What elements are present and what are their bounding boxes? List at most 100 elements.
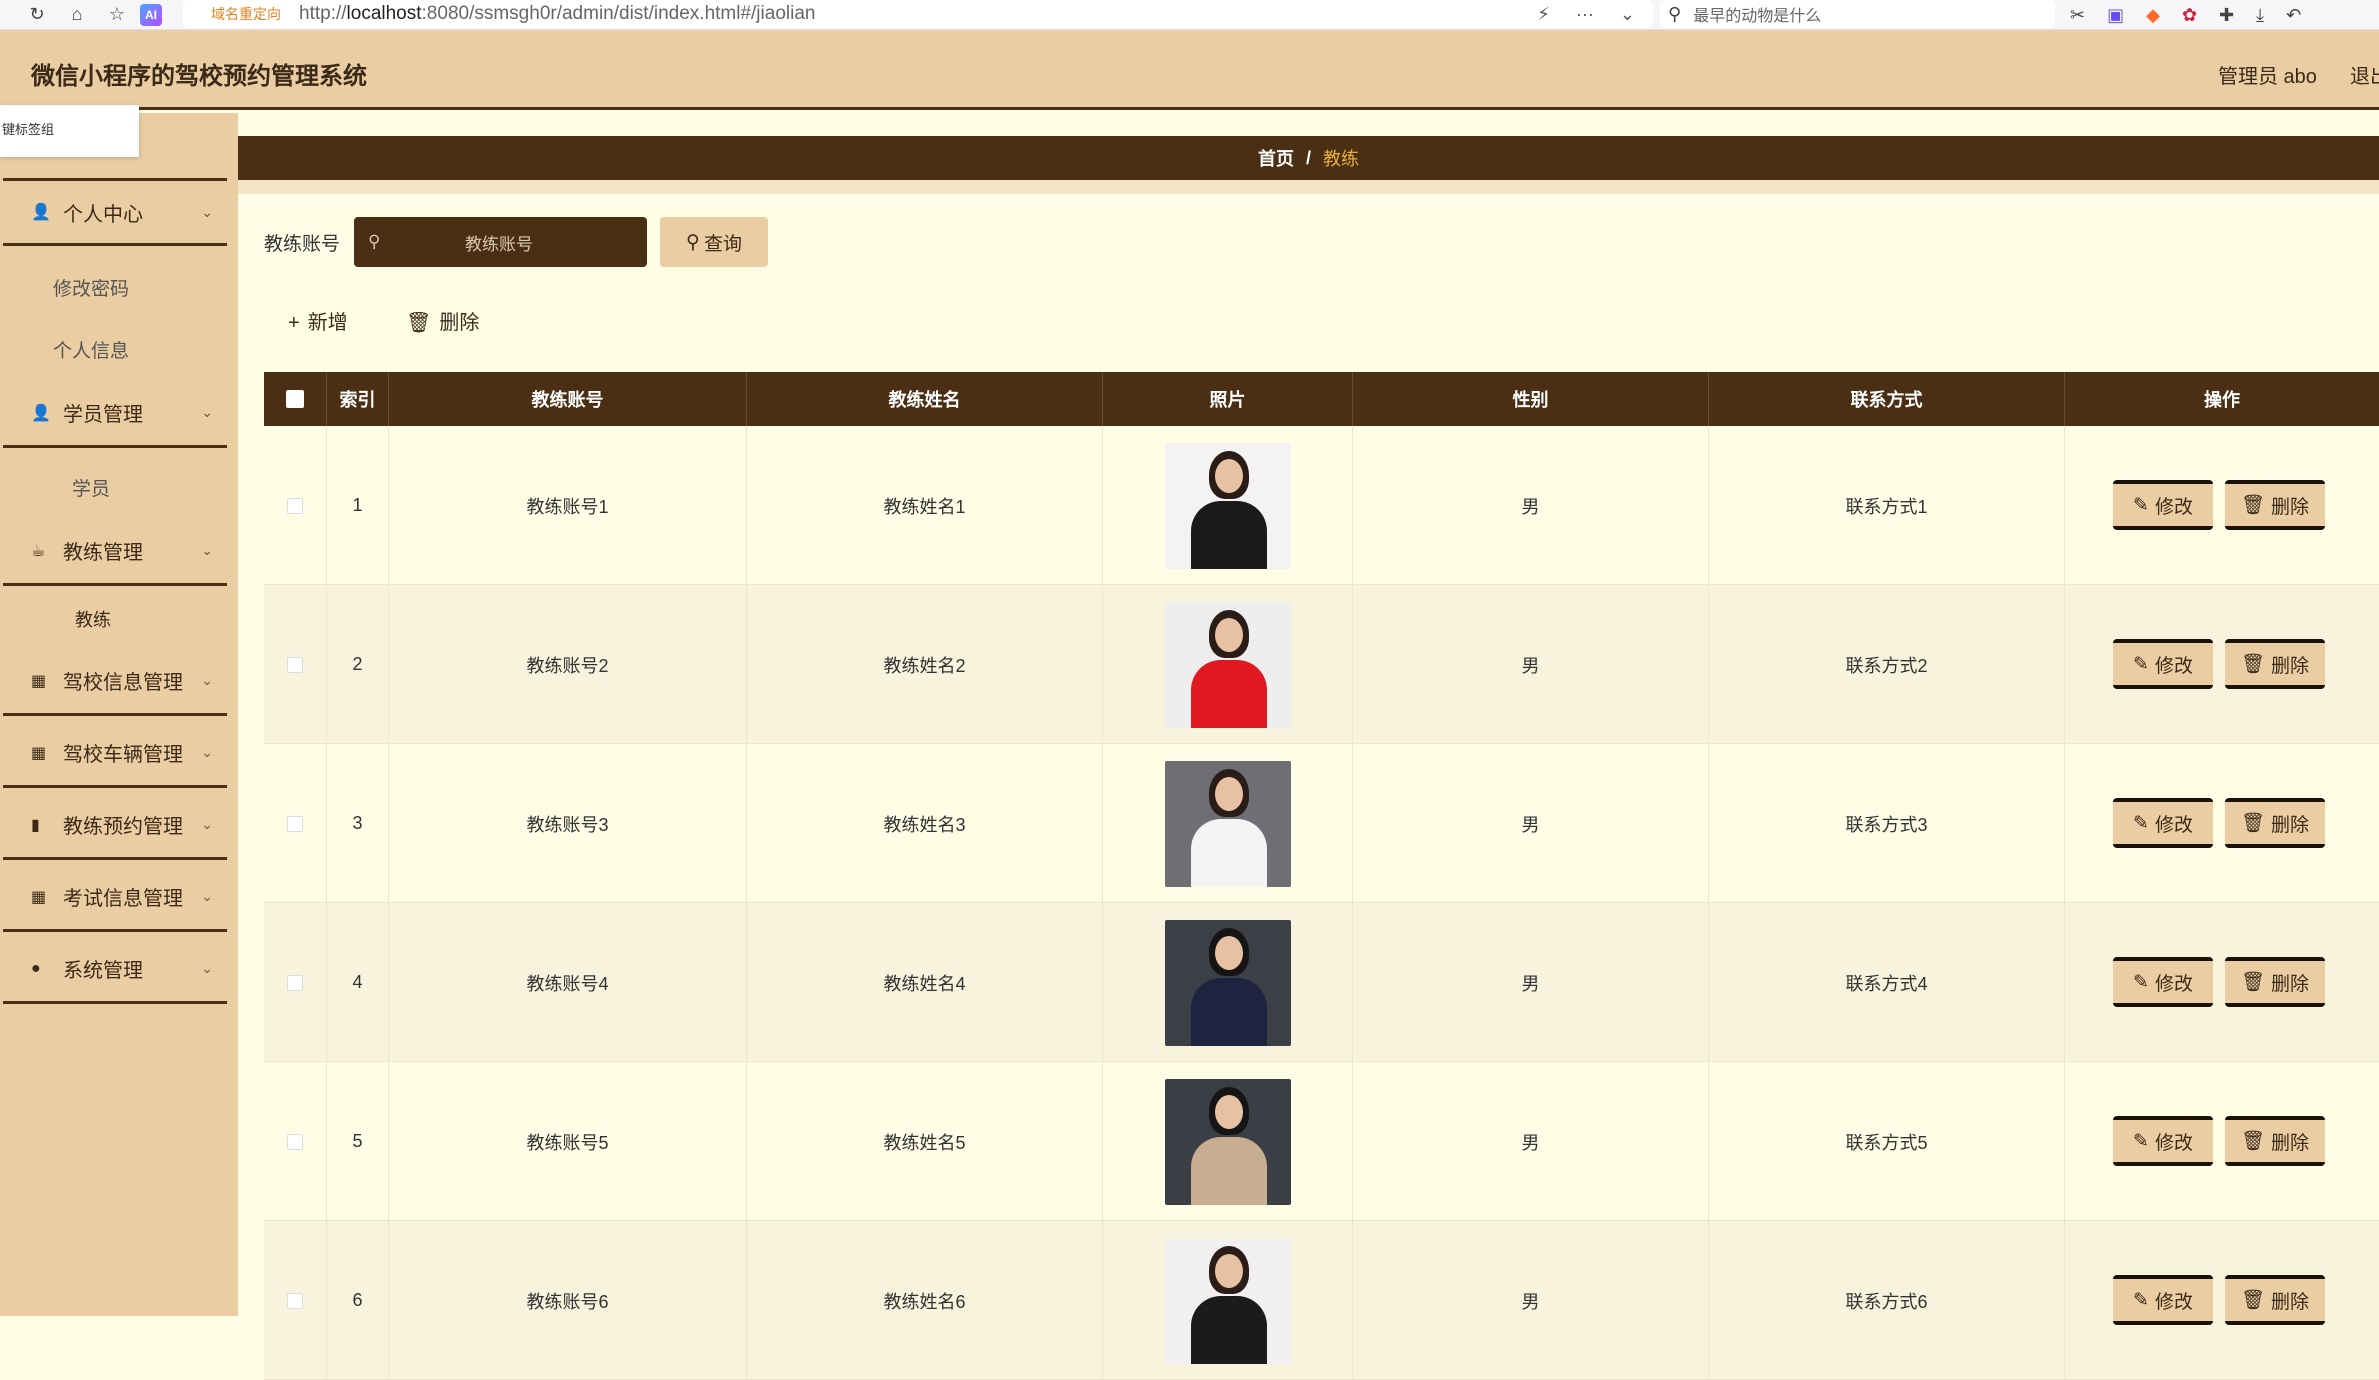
search-icon: ⚲ [368,232,381,251]
row-checkbox[interactable] [287,815,303,832]
row-checkbox[interactable] [287,656,303,673]
address-bar[interactable]: 域名重定向 http://localhost:8080/ssmsgh0r/adm… [183,0,1653,28]
cell-gender: 男 [1353,1062,1709,1221]
chevron-down-icon: ⌄ [201,960,213,976]
chevron-down-icon: ⌄ [201,672,213,688]
add-button[interactable]: + 新增 [288,306,348,335]
sidebar-menu-exam-info[interactable]: ▦ 考试信息管理 ⌄ [3,864,227,932]
cell-photo [1103,585,1353,744]
chevron-down-icon: ⌄ [201,542,213,558]
search-placeholder: 教练账号 [465,234,533,254]
lightning-icon[interactable]: ⚡ [1537,4,1550,25]
reload-icon[interactable]: ↻ [22,0,52,30]
coach-photo[interactable] [1164,601,1291,728]
edit-button[interactable]: ✎ 修改 [2113,1275,2213,1325]
coach-photo[interactable] [1164,760,1291,887]
select-all-cell [264,372,327,426]
cell-gender: 男 [1353,585,1709,744]
sidebar-item-student[interactable]: 学员 [72,474,110,501]
sidebar-item-personal-info[interactable]: 个人信息 [53,336,129,363]
row-select-cell [264,426,327,585]
translate-icon[interactable]: ▣ [2107,5,2124,26]
trash-icon: 🗑 [2240,1290,2266,1311]
query-label: 查询 [703,233,742,255]
browser-search-box[interactable]: ⚲ 最早的动物是什么 [1660,0,2055,28]
delete-button[interactable]: 🗑 删除 [2225,1275,2325,1325]
puzzle-icon[interactable]: ✚ [2219,5,2234,26]
trash-icon: 🗑 [2240,813,2266,834]
cell-gender: 男 [1353,744,1709,903]
cell-contact: 联系方式4 [1709,903,2065,1062]
search-icon: ⚲ [1668,3,1682,24]
sidebar-item-coach[interactable]: 教练 [75,606,111,632]
delete-button[interactable]: 🗑 删除 [2225,639,2325,689]
bookmark-star-icon[interactable]: ☆ [102,0,132,30]
trash-icon: 🗑 [2240,1131,2266,1152]
delete-button[interactable]: 🗑 删除 [2225,798,2325,848]
chevron-down-icon: ⌄ [201,203,213,220]
coffee-icon: ☕ [31,542,46,560]
chevron-down-icon: ⌄ [201,888,213,904]
edit-button[interactable]: ✎ 修改 [2113,957,2213,1007]
delete-button[interactable]: 🗑 删除 [2225,957,2325,1007]
query-button[interactable]: ⚲ 查询 [660,217,768,267]
edit-button[interactable]: ✎ 修改 [2113,639,2213,689]
coach-account-search-input[interactable]: ⚲ 教练账号 [354,217,647,267]
cell-name: 教练姓名6 [747,1221,1103,1380]
cell-contact: 联系方式6 [1709,1221,2065,1380]
cell-name: 教练姓名1 [747,426,1103,585]
menu-label: 驾校车辆管理 [63,744,183,766]
chevron-down-icon[interactable]: ⌄ [1620,4,1635,25]
chevron-down-icon: ⌄ [201,744,213,760]
scissors-icon[interactable]: ✂ [2070,5,2085,26]
select-all-checkbox[interactable] [286,390,304,408]
batch-delete-button[interactable]: 🗑 删除 [406,306,479,335]
menu-label: 个人中心 [63,203,143,226]
cell-name: 教练姓名5 [747,1062,1103,1221]
delete-button[interactable]: 🗑 删除 [2225,480,2325,530]
table-header: 索引 教练账号 教练姓名 照片 性别 联系方式 操作 [264,372,2379,426]
browser-toolbar: ↻ ⌂ ☆ AI 域名重定向 http://localhost:8080/ssm… [0,0,2379,30]
trash-icon: 🗑 [2240,495,2266,516]
edit-button[interactable]: ✎ 修改 [2113,1116,2213,1166]
edit-button[interactable]: ✎ 修改 [2113,480,2213,530]
coach-photo[interactable] [1164,442,1291,569]
ai-extension-icon[interactable]: AI [140,4,162,26]
table-row: 4 教练账号4 教练姓名4 男联系方式4 ✎ 修改 🗑 删除 [264,903,2379,1062]
breadcrumb: 首页 / 教练 [238,136,2379,180]
flower-icon[interactable]: ✿ [2182,5,2197,26]
menu-label: 系统管理 [63,960,143,982]
cell-name: 教练姓名4 [747,903,1103,1062]
edit-button[interactable]: ✎ 修改 [2113,798,2213,848]
undo-icon[interactable]: ↶ [2286,5,2301,26]
coach-photo[interactable] [1164,919,1291,1046]
sidebar-item-change-password[interactable]: 修改密码 [53,274,129,301]
sidebar-menu-coach-management[interactable]: ☕ 教练管理 ⌄ [3,518,227,586]
chevron-down-icon: ⌄ [201,816,213,832]
sidebar-menu-system[interactable]: ● 系统管理 ⌄ [3,936,227,1004]
sidebar-menu-school-info[interactable]: ▦ 驾校信息管理 ⌄ [3,648,227,716]
header-gender: 性别 [1353,372,1709,426]
row-checkbox[interactable] [287,497,303,514]
sidebar-menu-student-management[interactable]: 👤 学员管理 ⌄ [3,380,227,448]
game-icon[interactable]: ◆ [2146,5,2160,26]
coach-photo[interactable] [1164,1237,1291,1364]
cell-index: 5 [327,1062,389,1221]
coach-photo[interactable] [1164,1078,1291,1205]
row-checkbox[interactable] [287,974,303,991]
logout-link[interactable]: 退出 [2350,60,2379,89]
download-icon[interactable]: ⤓ [2256,5,2264,26]
user-icon: 👤 [31,404,51,422]
row-checkbox[interactable] [287,1292,303,1309]
sidebar-menu-vehicle-management[interactable]: ▦ 驾校车辆管理 ⌄ [3,720,227,788]
trash-icon: 🗑 [406,312,432,334]
more-icon[interactable]: ··· [1576,4,1594,25]
cell-index: 1 [327,426,389,585]
home-icon[interactable]: ⌂ [62,0,92,30]
delete-button[interactable]: 🗑 删除 [2225,1116,2325,1166]
app-header: 微信小程序的驾校预约管理系统 管理员 abo 退出 [0,30,2379,110]
sidebar-menu-personal-center[interactable]: 👤 个人中心 ⌄ [3,178,227,246]
row-checkbox[interactable] [287,1133,303,1150]
sidebar-menu-coach-booking[interactable]: ▮ 教练预约管理 ⌄ [3,792,227,860]
breadcrumb-home[interactable]: 首页 [1258,145,1294,171]
